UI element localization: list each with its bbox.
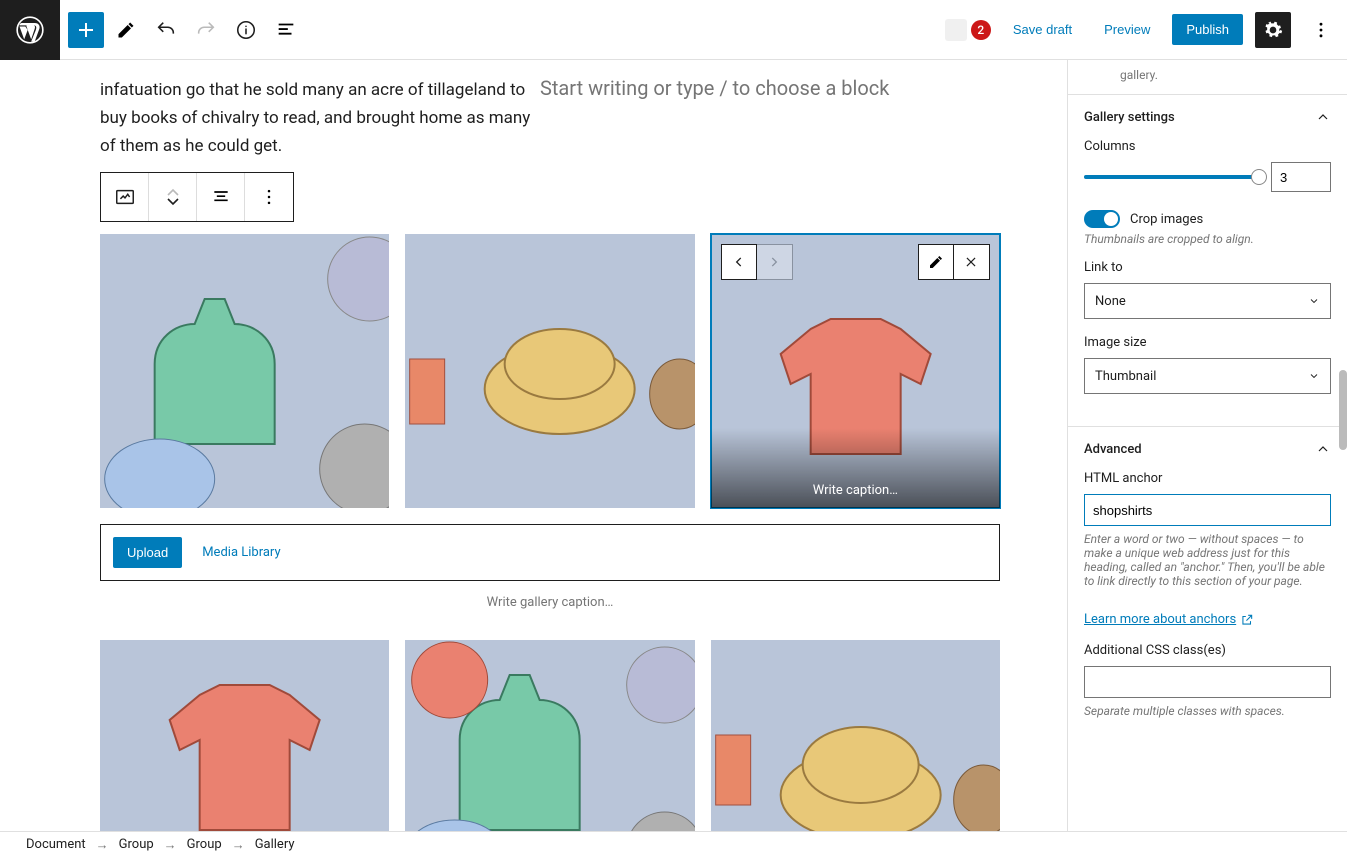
upload-button[interactable]: Upload bbox=[113, 537, 182, 568]
gallery-upload-area: Upload Media Library bbox=[100, 524, 1000, 581]
settings-button[interactable] bbox=[1255, 12, 1291, 48]
breadcrumb-item[interactable]: Group bbox=[187, 837, 222, 852]
align-button[interactable] bbox=[197, 173, 245, 221]
breadcrumb-sep: → bbox=[96, 837, 109, 853]
advanced-header[interactable]: Advanced bbox=[1068, 427, 1347, 471]
link-to-label: Link to bbox=[1084, 260, 1331, 275]
learn-more-text: Learn more about anchors bbox=[1084, 612, 1236, 627]
anchor-label: HTML anchor bbox=[1084, 471, 1331, 486]
gallery2-image-3[interactable] bbox=[711, 640, 1000, 831]
link-to-select[interactable]: None bbox=[1084, 283, 1331, 319]
image-size-select[interactable]: Thumbnail bbox=[1084, 358, 1331, 394]
more-options-button[interactable] bbox=[1303, 12, 1339, 48]
shirt-icon bbox=[945, 19, 967, 41]
breadcrumb-item[interactable]: Group bbox=[119, 837, 154, 852]
notification-badge[interactable]: 2 bbox=[945, 19, 991, 41]
more-block-options[interactable] bbox=[245, 173, 293, 221]
advanced-label: Advanced bbox=[1084, 442, 1142, 457]
paragraph-block[interactable]: infatuation go that he sold many an acre… bbox=[100, 76, 532, 160]
chevron-up-icon bbox=[1315, 109, 1331, 125]
image-edit-toolbar bbox=[918, 244, 990, 280]
image-nav-toolbar bbox=[721, 244, 793, 280]
badge-count: 2 bbox=[971, 20, 991, 40]
gallery-image-1[interactable] bbox=[100, 234, 389, 508]
css-input[interactable] bbox=[1084, 666, 1331, 698]
info-button[interactable] bbox=[228, 12, 264, 48]
gallery-block-2 bbox=[100, 640, 1000, 831]
columns-slider[interactable] bbox=[1084, 175, 1259, 179]
external-icon bbox=[1240, 613, 1254, 627]
sidebar-note: gallery. bbox=[1068, 60, 1347, 94]
top-toolbar: 2 Save draft Preview Publish bbox=[0, 0, 1347, 60]
crop-help: Thumbnails are cropped to align. bbox=[1084, 232, 1331, 246]
crop-toggle[interactable] bbox=[1084, 210, 1120, 228]
css-help: Separate multiple classes with spaces. bbox=[1084, 704, 1331, 718]
media-library-link[interactable]: Media Library bbox=[202, 545, 280, 560]
columns-input[interactable] bbox=[1271, 162, 1331, 192]
wordpress-logo[interactable] bbox=[0, 0, 60, 60]
breadcrumb-sep: → bbox=[232, 837, 245, 853]
breadcrumb-item[interactable]: Gallery bbox=[255, 837, 295, 852]
next-image-button[interactable] bbox=[757, 244, 793, 280]
gallery-image-2[interactable] bbox=[405, 234, 694, 508]
preview-button[interactable]: Preview bbox=[1094, 16, 1160, 43]
image-size-value: Thumbnail bbox=[1095, 369, 1156, 384]
gallery2-image-1[interactable] bbox=[100, 640, 389, 831]
learn-more-link[interactable]: Learn more about anchors bbox=[1084, 612, 1254, 627]
gallery-settings-label: Gallery settings bbox=[1084, 110, 1175, 125]
block-toolbar bbox=[100, 172, 294, 222]
breadcrumb: Document → Group → Group → Gallery bbox=[0, 831, 1347, 857]
columns-label: Columns bbox=[1084, 139, 1331, 154]
breadcrumb-sep: → bbox=[164, 837, 177, 853]
chevron-down-icon bbox=[1308, 370, 1320, 382]
prev-image-button[interactable] bbox=[721, 244, 757, 280]
image-size-label: Image size bbox=[1084, 335, 1331, 350]
editor-canvas[interactable]: infatuation go that he sold many an acre… bbox=[0, 60, 1067, 831]
image-caption-input[interactable]: Write caption… bbox=[711, 428, 1000, 508]
sidebar-scrollbar[interactable] bbox=[1339, 370, 1347, 450]
publish-button[interactable]: Publish bbox=[1172, 14, 1243, 45]
block-type-button[interactable] bbox=[101, 173, 149, 221]
block-prompt[interactable]: Start writing or type / to choose a bloc… bbox=[540, 76, 889, 100]
crop-label: Crop images bbox=[1130, 212, 1203, 227]
gallery-caption-input[interactable]: Write gallery caption… bbox=[100, 595, 1000, 610]
gallery-settings-header[interactable]: Gallery settings bbox=[1068, 95, 1347, 139]
gallery-block: Write caption… bbox=[100, 234, 1000, 508]
edit-mode-button[interactable] bbox=[108, 12, 144, 48]
add-block-button[interactable] bbox=[68, 12, 104, 48]
chevron-down-icon bbox=[1308, 295, 1320, 307]
remove-image-button[interactable] bbox=[954, 244, 990, 280]
edit-image-button[interactable] bbox=[918, 244, 954, 280]
css-label: Additional CSS class(es) bbox=[1084, 643, 1331, 658]
move-buttons[interactable] bbox=[149, 173, 197, 221]
anchor-help: Enter a word or two — without spaces — t… bbox=[1084, 532, 1331, 588]
gallery2-image-2[interactable] bbox=[405, 640, 694, 831]
gallery-image-3-selected[interactable]: Write caption… bbox=[711, 234, 1000, 508]
settings-sidebar: gallery. Gallery settings Columns Crop i… bbox=[1067, 60, 1347, 831]
outline-button[interactable] bbox=[268, 12, 304, 48]
chevron-up-icon bbox=[1315, 441, 1331, 457]
anchor-input[interactable] bbox=[1084, 494, 1331, 526]
save-draft-button[interactable]: Save draft bbox=[1003, 16, 1082, 43]
breadcrumb-item[interactable]: Document bbox=[26, 837, 86, 852]
redo-button[interactable] bbox=[188, 12, 224, 48]
link-to-value: None bbox=[1095, 294, 1126, 309]
undo-button[interactable] bbox=[148, 12, 184, 48]
